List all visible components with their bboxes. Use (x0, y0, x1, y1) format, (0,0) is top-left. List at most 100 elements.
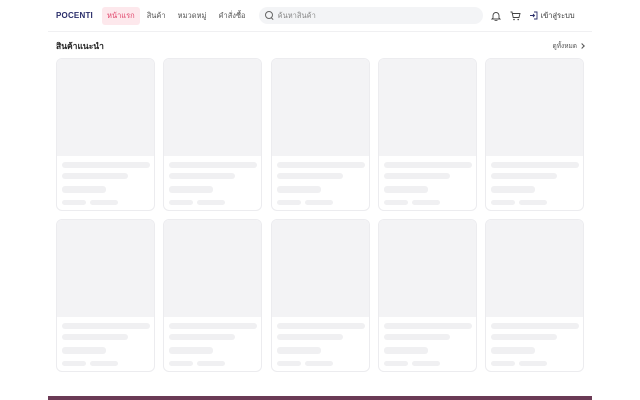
product-image-placeholder (271, 220, 369, 317)
product-info-placeholder (379, 317, 476, 371)
nav-item-categories[interactable]: หมวดหมู่ (173, 7, 212, 25)
skeleton-line (169, 334, 236, 340)
search-bar[interactable] (258, 7, 483, 24)
skeleton-line (491, 361, 515, 366)
skeleton-line (383, 200, 408, 205)
search-icon (264, 11, 274, 20)
skeleton-line (62, 200, 86, 205)
chevron-right-icon (579, 43, 585, 49)
skeleton-line (90, 361, 118, 366)
skeleton-line (491, 162, 579, 168)
product-grid (56, 58, 584, 372)
product-image-placeholder (378, 59, 476, 156)
skeleton-line (519, 200, 547, 205)
skeleton-line (276, 347, 321, 354)
skeleton-line (276, 162, 365, 168)
skeleton-line (62, 323, 150, 329)
skeleton-line (276, 334, 343, 340)
skeleton-line (276, 361, 301, 366)
product-image-placeholder (164, 59, 262, 156)
view-all-link[interactable]: ดูทั้งหมด (552, 41, 585, 51)
skeleton-line (197, 200, 226, 205)
product-info-placeholder (272, 156, 369, 210)
skeleton-line (491, 173, 557, 179)
skeleton-line (383, 323, 472, 329)
skeleton-line (90, 200, 118, 205)
skeleton-line (383, 361, 408, 366)
product-image-placeholder (486, 220, 583, 317)
skeleton-line (519, 361, 547, 366)
skeleton-line (276, 323, 365, 329)
product-image-placeholder (164, 220, 262, 317)
login-button[interactable]: เข้าสู่ระบบ (529, 10, 575, 22)
skeleton-line (62, 361, 86, 366)
product-card-skeleton[interactable] (270, 219, 370, 372)
skeleton-line (169, 173, 236, 179)
nav-item-home[interactable]: หน้าแรก (102, 6, 140, 25)
skeleton-line (383, 186, 428, 193)
main-nav: หน้าแรก สินค้า หมวดหมู่ คำสั่งซื้อ (102, 6, 253, 25)
skeleton-line (411, 200, 440, 205)
product-info-placeholder (164, 317, 261, 371)
skeleton-line (491, 323, 579, 329)
skeleton-line (276, 186, 321, 193)
skeleton-line (491, 186, 535, 193)
product-card-skeleton[interactable] (56, 58, 155, 211)
skeleton-line (169, 162, 258, 168)
skeleton-line (383, 173, 450, 179)
skeleton-line (383, 162, 472, 168)
product-info-placeholder (164, 156, 261, 210)
skeleton-line (383, 334, 450, 340)
product-card-skeleton[interactable] (163, 219, 263, 372)
skeleton-line (62, 334, 128, 340)
product-card-skeleton[interactable] (485, 219, 584, 372)
product-image-placeholder (378, 220, 476, 317)
product-card-skeleton[interactable] (270, 58, 370, 211)
product-card-skeleton[interactable] (377, 58, 477, 211)
logo[interactable]: POCENTI (56, 11, 96, 20)
top-navbar: POCENTI หน้าแรก สินค้า หมวดหมู่ คำสั่งซื… (48, 0, 592, 32)
skeleton-line (491, 347, 535, 354)
notification-bell-icon[interactable] (489, 9, 503, 23)
skeleton-line (62, 186, 106, 193)
login-icon (529, 11, 538, 20)
product-image-placeholder (57, 220, 154, 317)
product-card-skeleton[interactable] (377, 219, 477, 372)
cart-icon[interactable] (509, 9, 523, 23)
skeleton-line (491, 334, 557, 340)
product-info-placeholder (379, 156, 476, 210)
skeleton-line (491, 200, 515, 205)
skeleton-line (411, 361, 440, 366)
product-info-placeholder (272, 317, 369, 371)
product-info-placeholder (486, 156, 583, 210)
skeleton-line (62, 173, 128, 179)
skeleton-line (169, 323, 258, 329)
product-image-placeholder (271, 59, 369, 156)
product-card-skeleton[interactable] (56, 219, 155, 372)
product-card-skeleton[interactable] (485, 58, 584, 211)
skeleton-line (169, 347, 214, 354)
recommended-section-header: สินค้าแนะนำ ดูทั้งหมด (56, 40, 585, 52)
skeleton-line (383, 347, 428, 354)
product-image-placeholder (486, 59, 583, 156)
nav-item-products[interactable]: สินค้า (142, 7, 171, 25)
skeleton-line (276, 200, 301, 205)
section-title: สินค้าแนะนำ (56, 42, 104, 52)
header-actions: เข้าสู่ระบบ (489, 9, 575, 23)
view-all-label: ดูทั้งหมด (552, 42, 577, 50)
login-label: เข้าสู่ระบบ (540, 10, 575, 20)
skeleton-line (169, 361, 194, 366)
search-input[interactable] (277, 11, 468, 20)
skeleton-line (62, 347, 106, 354)
skeleton-line (62, 162, 150, 168)
product-image-placeholder (57, 59, 154, 156)
skeleton-line (304, 200, 333, 205)
skeleton-line (276, 173, 343, 179)
footer-bar (48, 396, 592, 400)
skeleton-line (197, 361, 226, 366)
product-info-placeholder (57, 317, 154, 371)
skeleton-line (169, 200, 194, 205)
product-card-skeleton[interactable] (163, 58, 263, 211)
nav-item-orders[interactable]: คำสั่งซื้อ (213, 7, 250, 25)
product-info-placeholder (57, 156, 154, 210)
